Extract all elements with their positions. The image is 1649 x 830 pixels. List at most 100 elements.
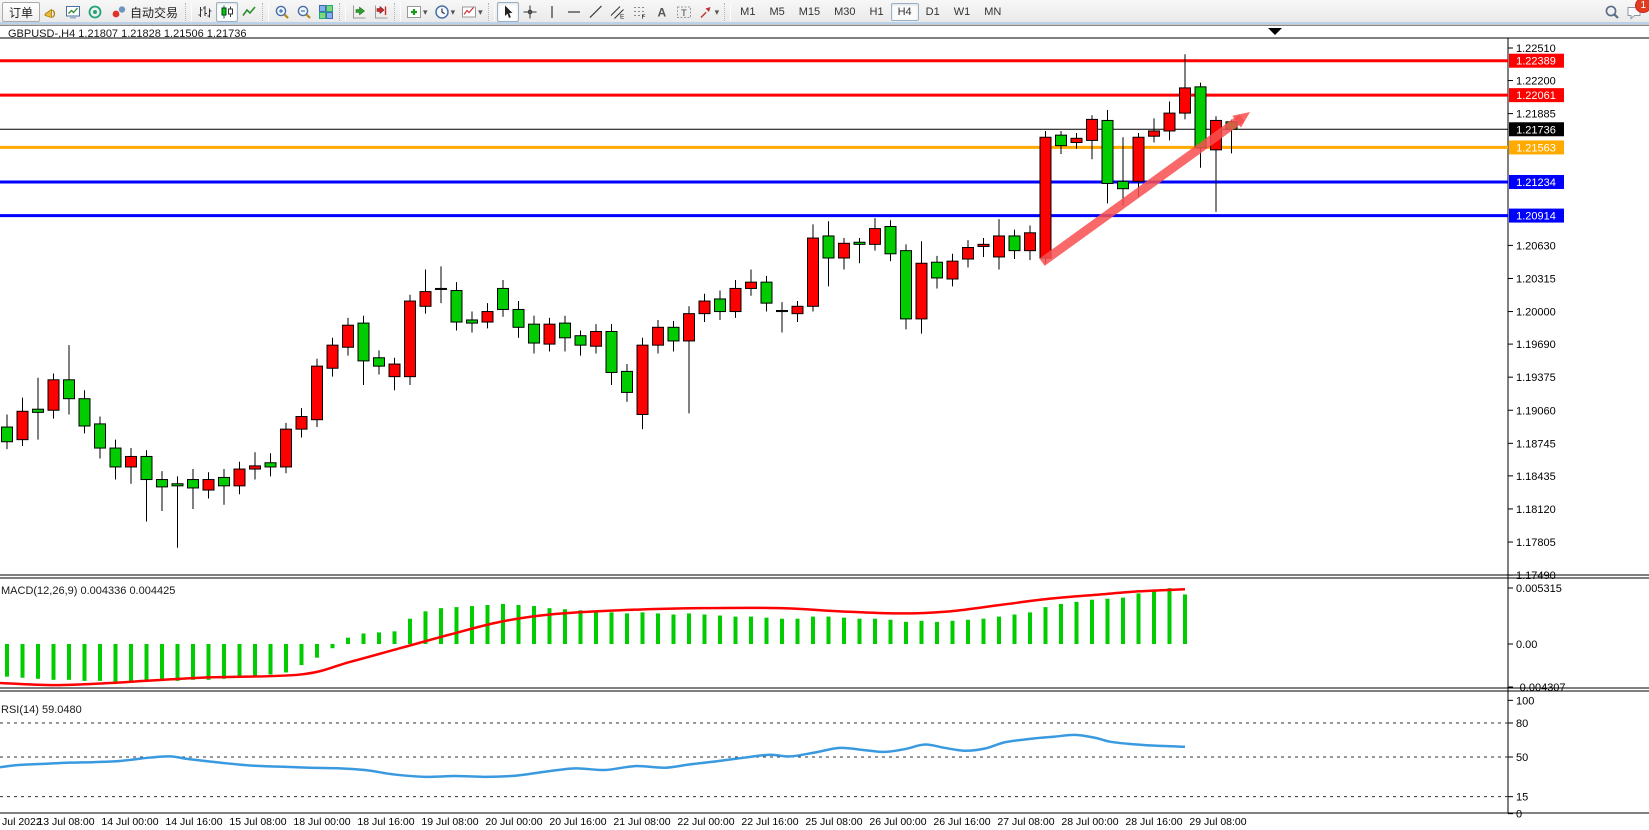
zoom-out-icon bbox=[296, 4, 312, 20]
candle bbox=[560, 323, 571, 338]
timeframe-mn[interactable]: MN bbox=[977, 3, 1008, 21]
toolbar-separator bbox=[394, 3, 401, 21]
new-order-button[interactable]: 订单 bbox=[2, 2, 40, 22]
timeframe-h4[interactable]: H4 bbox=[891, 3, 919, 21]
candle bbox=[1040, 137, 1051, 258]
candle bbox=[591, 332, 602, 347]
timeframe-m30[interactable]: M30 bbox=[827, 3, 862, 21]
bar-chart-icon[interactable] bbox=[194, 2, 216, 22]
timeframe-h1[interactable]: H1 bbox=[863, 3, 891, 21]
candle bbox=[699, 301, 710, 314]
tile-windows-icon[interactable] bbox=[315, 2, 337, 22]
candle bbox=[916, 263, 927, 319]
periods-icon[interactable]: ▾ bbox=[431, 2, 459, 22]
fibonacci-icon[interactable]: F bbox=[629, 2, 651, 22]
price-tick-label: 1.20315 bbox=[1516, 273, 1556, 285]
zoom-in-icon[interactable] bbox=[271, 2, 293, 22]
svg-text:T: T bbox=[681, 8, 687, 19]
timeframe-d1[interactable]: D1 bbox=[919, 3, 947, 21]
candle bbox=[529, 324, 540, 343]
text-icon[interactable]: A bbox=[651, 2, 673, 22]
new-order-icon[interactable] bbox=[40, 2, 62, 22]
candle bbox=[1133, 137, 1144, 181]
candle bbox=[1195, 87, 1206, 148]
trendline-icon[interactable] bbox=[585, 2, 607, 22]
candle bbox=[513, 309, 524, 327]
candle bbox=[854, 242, 865, 244]
cursor-icon[interactable] bbox=[497, 2, 519, 22]
channel-icon: E bbox=[610, 4, 626, 20]
candle bbox=[250, 466, 261, 469]
horizontal-line-icon[interactable] bbox=[563, 2, 585, 22]
candle bbox=[1087, 119, 1098, 140]
candle bbox=[1025, 233, 1036, 251]
candle bbox=[2, 427, 13, 442]
candle bbox=[1149, 131, 1160, 136]
candle bbox=[312, 366, 323, 420]
time-label: Jul 2022 bbox=[2, 816, 42, 828]
line-chart-icon[interactable] bbox=[238, 2, 260, 22]
candle bbox=[870, 229, 881, 245]
candle bbox=[947, 261, 958, 279]
timeframe-m15[interactable]: M15 bbox=[792, 3, 827, 21]
candle bbox=[1102, 120, 1113, 183]
candle bbox=[188, 480, 199, 488]
arrows-icon bbox=[698, 4, 714, 20]
crosshair-icon bbox=[522, 4, 538, 20]
signal-icon[interactable] bbox=[84, 2, 106, 22]
auto-trading-icon bbox=[111, 4, 127, 20]
time-label: 28 Jul 16:00 bbox=[1125, 816, 1182, 828]
candle bbox=[823, 236, 834, 258]
cursor-icon bbox=[500, 4, 516, 20]
timeframe-m1[interactable]: M1 bbox=[733, 3, 762, 21]
arrows-icon[interactable]: ▾ bbox=[695, 2, 723, 22]
time-label: 20 Jul 00:00 bbox=[485, 816, 542, 828]
time-label: 18 Jul 00:00 bbox=[293, 816, 350, 828]
timeframe-w1[interactable]: W1 bbox=[947, 3, 978, 21]
candle bbox=[637, 345, 648, 414]
candle bbox=[730, 288, 741, 311]
charts-window-icon[interactable] bbox=[62, 2, 84, 22]
line-chart-icon bbox=[241, 4, 257, 20]
auto-trading-button[interactable]: 自动交易 bbox=[106, 2, 183, 22]
candle bbox=[467, 320, 478, 323]
candle bbox=[575, 336, 586, 345]
candle bbox=[420, 292, 431, 307]
notification-badge[interactable]: 1 bbox=[1635, 0, 1649, 13]
templates-icon[interactable]: ▾ bbox=[458, 2, 486, 22]
candlestick-chart-icon[interactable] bbox=[216, 2, 238, 22]
svg-text:F: F bbox=[641, 14, 645, 20]
text-label-icon[interactable]: T bbox=[673, 2, 695, 22]
time-label: 22 Jul 16:00 bbox=[741, 816, 798, 828]
toolbar-separator bbox=[185, 3, 192, 21]
candle bbox=[265, 463, 276, 467]
zoom-in-icon bbox=[274, 4, 290, 20]
search-icon bbox=[1604, 4, 1620, 20]
vertical-line-icon[interactable] bbox=[541, 2, 563, 22]
auto-trading-label: 自动交易 bbox=[130, 4, 178, 21]
price-tick-label: 1.18435 bbox=[1516, 471, 1556, 483]
chart-shift-icon[interactable] bbox=[370, 2, 392, 22]
price-chart[interactable]: 1.223891.220611.217361.215631.212341.209… bbox=[0, 25, 1649, 830]
tile-windows-icon bbox=[318, 4, 334, 20]
indicators-icon[interactable]: ▾ bbox=[403, 2, 431, 22]
price-tick-label: 1.19375 bbox=[1516, 372, 1556, 384]
timeframe-m5[interactable]: M5 bbox=[762, 3, 791, 21]
candle bbox=[715, 299, 726, 312]
rsi-label: RSI(14) 59.0480 bbox=[1, 704, 82, 716]
auto-scroll-icon[interactable] bbox=[348, 2, 370, 22]
price-tick-label: 1.19060 bbox=[1516, 405, 1556, 417]
candle bbox=[1071, 138, 1082, 142]
time-label: 27 Jul 08:00 bbox=[997, 816, 1054, 828]
fibonacci-icon: F bbox=[632, 4, 648, 20]
toolbar-separator bbox=[488, 3, 495, 21]
candle bbox=[746, 282, 757, 288]
channel-icon[interactable]: E bbox=[607, 2, 629, 22]
crosshair-icon[interactable] bbox=[519, 2, 541, 22]
chart-shift-marker[interactable] bbox=[1268, 28, 1282, 35]
search-icon[interactable] bbox=[1601, 2, 1623, 22]
candle bbox=[498, 288, 509, 309]
time-label: 18 Jul 16:00 bbox=[357, 816, 414, 828]
time-label: 22 Jul 00:00 bbox=[677, 816, 734, 828]
zoom-out-icon[interactable] bbox=[293, 2, 315, 22]
